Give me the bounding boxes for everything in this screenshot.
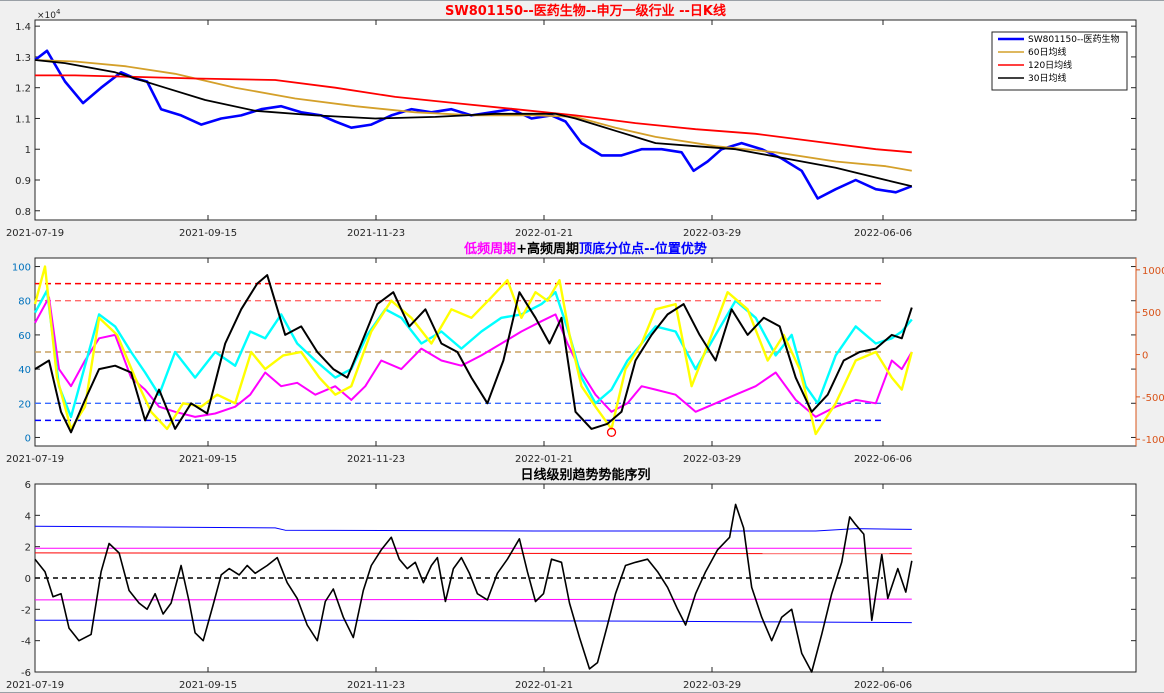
x-tick-label: 2021-07-19	[6, 680, 64, 691]
window-top-edge	[0, 0, 1164, 1]
y-exponent-base: ×10	[37, 11, 56, 21]
y-tick-label: 1.1	[15, 114, 31, 125]
x-tick-label: 2021-07-19	[6, 454, 64, 465]
y-tick-label: 4	[25, 511, 31, 522]
title-part: 顶底分位点--位置优势	[579, 241, 707, 257]
y2-tick-label: -1000	[1142, 435, 1164, 446]
y-tick-label: 20	[18, 399, 31, 410]
legend-entry: SW801150--医药生物	[1028, 33, 1119, 45]
panel-energy: 日线级别趋势势能序列 -6 -4 -2 0 2 4 6 2021-07-19 2021-09-15…	[6, 467, 1137, 691]
y-exponent-label: ×104	[37, 8, 61, 21]
x-tick-label: 2021-09-15	[179, 454, 237, 465]
x-tick-label: 2022-06-06	[854, 680, 912, 691]
panel-kline: SW801150--医药生物--申万一级行业 --日K线 0.8 0.9 1 1.1 1.…	[6, 3, 1137, 239]
x-tick-label: 2021-11-23	[347, 680, 405, 691]
y-tick-label: 1.2	[15, 84, 31, 95]
figure-canvas: SW801150--医药生物--申万一级行业 --日K线 0.8 0.9 1 1.1 1.…	[6, 3, 1164, 691]
x-tick-label: 2021-07-19	[6, 228, 64, 239]
x-tick-label: 2022-01-21	[515, 680, 573, 691]
y-tick-label: 2	[25, 543, 31, 554]
x-tick-label: 2022-03-29	[683, 680, 741, 691]
x-tick-label: 2022-03-29	[683, 228, 741, 239]
legend-entry: 60日均线	[1028, 46, 1066, 58]
chart-title-cycle: 低频周期+高频周期顶底分位点--位置优势	[463, 241, 707, 257]
panel-cycle: 低频周期+高频周期顶底分位点--位置优势 0 20 40 60 80 100 -1000 -50…	[6, 241, 1164, 465]
y-tick-label: 0	[25, 433, 31, 444]
y-tick-label: 40	[18, 365, 31, 376]
y-tick-label: 60	[18, 331, 31, 342]
x-tick-label: 2021-09-15	[179, 228, 237, 239]
y2-tick-label: 500	[1142, 308, 1161, 319]
y2-tick-label: 0	[1142, 351, 1148, 362]
y-tick-label: -4	[21, 637, 31, 648]
x-tick-label: 2022-03-29	[683, 454, 741, 465]
x-tick-label: 2022-01-21	[515, 228, 573, 239]
title-part: +	[516, 242, 527, 257]
y2-tick-label: -500	[1142, 393, 1164, 404]
y-tick-label: 1.3	[15, 53, 31, 64]
chart-title-energy: 日线级别趋势势能序列	[520, 467, 650, 483]
y-exponent-power: 4	[56, 8, 61, 16]
y-tick-label: 0	[25, 574, 31, 585]
x-tick-label: 2022-06-06	[854, 454, 912, 465]
x-tick-label: 2022-06-06	[854, 228, 912, 239]
y2-tick-label: 1000	[1142, 266, 1164, 277]
chart-title-kline: SW801150--医药生物--申万一级行业 --日K线	[445, 3, 726, 19]
y-tick-label: 100	[12, 263, 31, 274]
legend-entry: 30日均线	[1028, 72, 1066, 84]
legend: SW801150--医药生物60日均线120日均线30日均线	[991, 31, 1128, 91]
y-tick-label: 1.4	[15, 22, 31, 33]
y-tick-label: -2	[21, 605, 31, 616]
y-tick-label: -6	[21, 668, 31, 679]
y-tick-label: 80	[18, 297, 31, 308]
y-tick-label: 1	[25, 145, 31, 156]
x-tick-label: 2021-09-15	[179, 680, 237, 691]
legend-entry: 120日均线	[1028, 59, 1072, 71]
x-tick-label: 2021-11-23	[347, 454, 405, 465]
x-tick-label: 2022-01-21	[515, 454, 573, 465]
x-tick-label: 2021-11-23	[347, 228, 405, 239]
y-tick-label: 0.9	[15, 176, 31, 187]
y-tick-label: 0.8	[15, 207, 31, 218]
y-tick-label: 6	[25, 480, 31, 491]
title-part: 低频周期	[463, 241, 516, 257]
title-part: 高频周期	[527, 241, 579, 257]
